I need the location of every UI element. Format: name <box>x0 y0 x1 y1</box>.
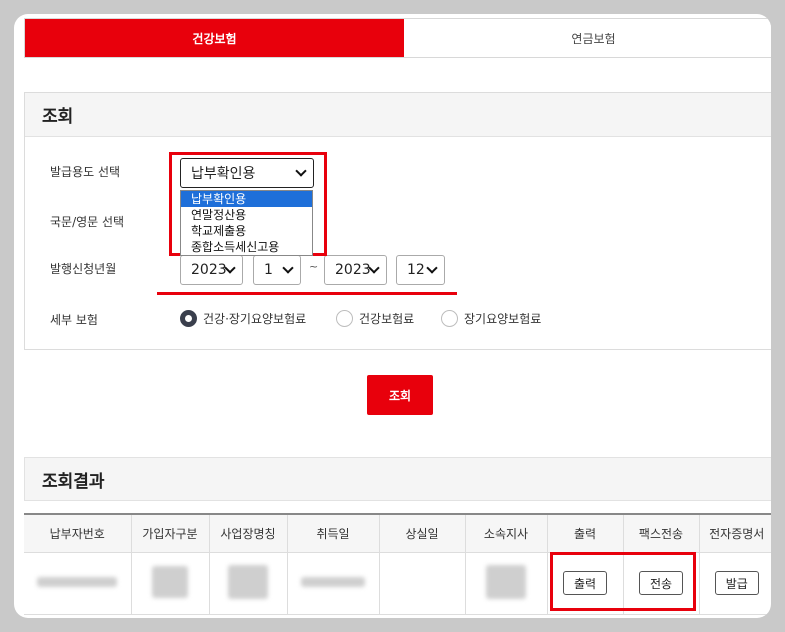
radio-health[interactable]: 건강보험료 <box>336 310 414 327</box>
radio-label: 장기요양보험료 <box>464 312 542 326</box>
cell-lost-date <box>379 552 466 615</box>
purpose-dropdown-list: 납부확인용 연말정산용 학교제출용 종합소득세신고용 <box>180 190 313 256</box>
option-school-submission[interactable]: 학교제출용 <box>181 223 312 239</box>
redacted-text <box>301 577 365 587</box>
to-year-select[interactable]: 2023 <box>324 255 387 285</box>
radio-unchecked-icon <box>336 310 353 327</box>
cell-workplace-name <box>209 552 288 615</box>
from-month-value: 1 <box>264 262 273 278</box>
period-separator: ~ <box>309 260 319 273</box>
annotation-underline <box>157 292 457 295</box>
results-panel: 조회결과 <box>24 457 771 501</box>
to-month-value: 12 <box>407 262 425 278</box>
results-title: 조회결과 <box>24 457 771 501</box>
option-payment-confirmation[interactable]: 납부확인용 <box>181 191 312 207</box>
insurance-tabs: 건강보험 연금보험 <box>24 18 771 58</box>
option-year-end-settlement[interactable]: 연말정산용 <box>181 207 312 223</box>
radio-unchecked-icon <box>441 310 458 327</box>
tab-pension-insurance[interactable]: 연금보험 <box>404 19 771 57</box>
cell-subscriber-type <box>131 552 210 615</box>
option-income-tax-report[interactable]: 종합소득세신고용 <box>181 239 312 255</box>
col-fax: 팩스전송 <box>623 513 700 553</box>
issue-button[interactable]: 발급 <box>714 571 759 595</box>
radio-label: 건강보험료 <box>359 312 415 326</box>
purpose-label: 발급용도 선택 <box>50 165 121 179</box>
table-header-row: 납부자번호 가입자구분 사업장명칭 취득일 상실일 소속지사 출력 팩스전송 전… <box>24 513 771 553</box>
from-year-select[interactable]: 2023 <box>180 255 243 285</box>
col-subscriber-type: 가입자구분 <box>131 513 210 553</box>
chevron-down-icon <box>426 262 438 274</box>
cell-branch <box>465 552 548 615</box>
radio-health-longterm[interactable]: 건강·장기요양보험료 <box>180 310 306 327</box>
cell-e-certificate: 발급 <box>699 552 771 615</box>
col-branch: 소속지사 <box>465 513 548 553</box>
search-button[interactable]: 조회 <box>367 375 433 415</box>
col-acquired-date: 취득일 <box>287 513 380 553</box>
col-e-certificate: 전자증명서 <box>699 513 771 553</box>
to-year-value: 2023 <box>335 262 371 278</box>
chevron-down-icon <box>282 262 294 274</box>
window: 건강보험 연금보험 조회 발급용도 선택 납부확인용 국문/영문 선택 발행신청… <box>14 14 771 618</box>
tab-health-insurance[interactable]: 건강보험 <box>25 19 404 57</box>
to-month-select[interactable]: 12 <box>396 255 445 285</box>
annotation-highlight-box <box>550 552 696 611</box>
redacted-text <box>37 577 118 587</box>
col-workplace-name: 사업장명칭 <box>209 513 288 553</box>
search-title: 조회 <box>25 93 771 137</box>
redacted-text <box>486 564 526 599</box>
detail-label: 세부 보험 <box>50 313 98 327</box>
radio-checked-icon <box>180 310 197 327</box>
redacted-text <box>152 565 188 598</box>
col-print: 출력 <box>547 513 624 553</box>
period-label: 발행신청년월 <box>50 262 117 276</box>
radio-label: 건강·장기요양보험료 <box>203 312 307 326</box>
search-panel: 조회 발급용도 선택 납부확인용 국문/영문 선택 발행신청년월 2023 1 … <box>24 92 771 350</box>
from-month-select[interactable]: 1 <box>253 255 301 285</box>
cell-payer-number <box>24 552 132 615</box>
col-lost-date: 상실일 <box>379 513 466 553</box>
language-label: 국문/영문 선택 <box>50 215 125 229</box>
cell-acquired-date <box>287 552 380 615</box>
from-year-value: 2023 <box>191 262 227 278</box>
radio-longterm[interactable]: 장기요양보험료 <box>441 310 541 327</box>
col-payer-number: 납부자번호 <box>24 513 132 553</box>
content: 건강보험 연금보험 조회 발급용도 선택 납부확인용 국문/영문 선택 발행신청… <box>24 18 771 615</box>
redacted-text <box>228 564 268 599</box>
